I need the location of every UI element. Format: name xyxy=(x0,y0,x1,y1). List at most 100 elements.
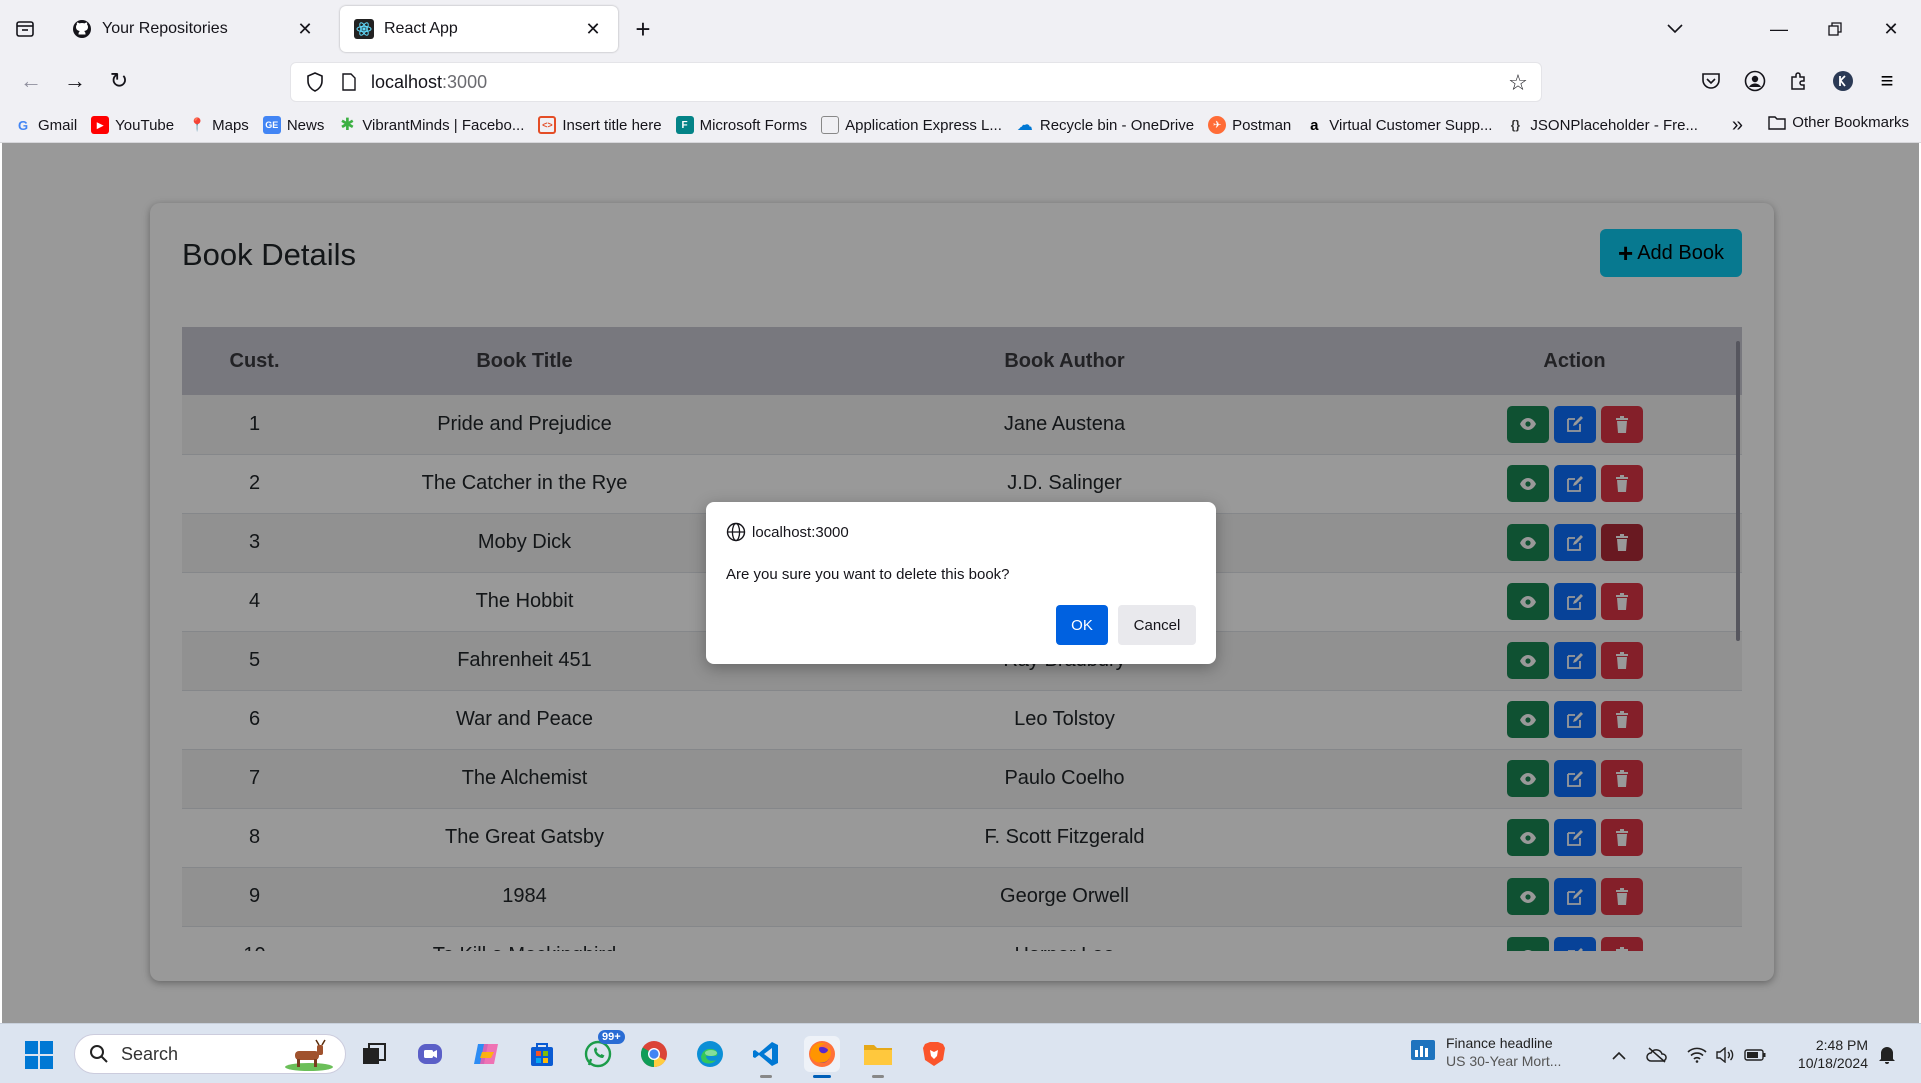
profile-avatar-icon[interactable] xyxy=(1828,66,1858,96)
bookmark-item[interactable]: F Microsoft Forms xyxy=(675,116,808,134)
copilot-icon[interactable] xyxy=(468,1036,504,1072)
github-icon xyxy=(72,19,92,39)
bookmark-item[interactable]: 📍 Maps xyxy=(188,116,249,134)
onedrive-offline-icon[interactable] xyxy=(1646,1044,1668,1066)
taskbar-search[interactable]: Search xyxy=(74,1034,346,1074)
forward-icon[interactable]: → xyxy=(60,66,90,96)
chrome-icon[interactable] xyxy=(636,1036,672,1072)
running-indicator xyxy=(872,1075,884,1078)
file-explorer-icon[interactable] xyxy=(860,1036,896,1078)
globe-icon xyxy=(726,522,746,542)
extensions-icon[interactable] xyxy=(1784,66,1814,96)
system-clock[interactable]: 2:48 PM 10/18/2024 xyxy=(1782,1036,1868,1072)
wifi-icon[interactable] xyxy=(1686,1044,1708,1066)
running-indicator xyxy=(813,1075,831,1078)
more-bookmarks-chevron-icon[interactable]: » xyxy=(1732,114,1743,137)
bookmark-item[interactable]: ▶ YouTube xyxy=(91,116,174,134)
bookmark-label: Microsoft Forms xyxy=(699,116,808,134)
dialog-message: Are you sure you want to delete this boo… xyxy=(726,566,1010,583)
news-widget[interactable]: Finance headline US 30-Year Mort... xyxy=(1410,1034,1561,1070)
bookmark-label: Insert title here xyxy=(562,116,662,134)
bookmark-item[interactable]: Application Express L... xyxy=(821,116,1002,134)
bookmark-item[interactable]: ☁ Recycle bin - OneDrive xyxy=(1016,116,1195,135)
edge-icon[interactable] xyxy=(692,1036,728,1072)
bookmark-label: YouTube xyxy=(115,116,175,134)
battery-icon[interactable] xyxy=(1744,1044,1766,1066)
notification-bell-icon[interactable] xyxy=(1876,1044,1898,1066)
page-info-icon[interactable] xyxy=(339,70,359,94)
bookmark-label: Recycle bin - OneDrive xyxy=(1039,116,1195,134)
task-view-icon[interactable] xyxy=(356,1036,392,1072)
tab-close-icon[interactable]: ✕ xyxy=(294,18,316,40)
back-icon[interactable]: ← xyxy=(16,66,46,96)
tab-title: React App xyxy=(384,20,458,37)
page-icon xyxy=(821,116,840,134)
jsonplaceholder-icon: {} xyxy=(1510,118,1521,132)
tab-close-icon[interactable]: ✕ xyxy=(582,18,604,40)
ok-button[interactable]: OK xyxy=(1056,605,1108,645)
minimize-icon[interactable]: — xyxy=(1764,14,1794,44)
firefox-icon[interactable] xyxy=(804,1036,840,1078)
url-port: :3000 xyxy=(442,71,488,92)
forms-icon: F xyxy=(675,116,694,134)
account-icon[interactable] xyxy=(1740,66,1770,96)
clock-date: 10/18/2024 xyxy=(1797,1055,1868,1071)
browser-chrome: Your Repositories ✕ React App ✕ + — ✕ ← … xyxy=(0,0,1921,143)
url-bar[interactable]: localhost:3000 ☆ xyxy=(290,62,1542,102)
tracking-protection-icon[interactable] xyxy=(303,70,327,94)
bookmark-item[interactable]: GE News xyxy=(262,116,324,134)
bookmark-item[interactable]: ✱ VibrantMinds | Facebo... xyxy=(338,115,525,134)
bookmarks-toolbar: G Gmail ▶ YouTube 📍 Maps GE News ✱ VibrantMin… xyxy=(0,110,1921,140)
navigation-bar: ← → ↻ localhost:3000 ☆ ≡ xyxy=(0,56,1921,106)
tab-your-repositories[interactable]: Your Repositories ✕ xyxy=(58,6,330,52)
bookmark-star-icon[interactable]: ☆ xyxy=(1505,70,1531,96)
vscode-icon[interactable] xyxy=(748,1036,784,1078)
reload-icon[interactable]: ↻ xyxy=(104,66,134,96)
list-all-tabs-icon[interactable] xyxy=(1660,14,1690,44)
bookmark-label: Gmail xyxy=(38,116,78,134)
restore-icon[interactable] xyxy=(1820,14,1850,44)
running-indicator xyxy=(760,1075,772,1078)
close-window-icon[interactable]: ✕ xyxy=(1876,14,1906,44)
postman-icon: ✈ xyxy=(1208,116,1227,134)
tab-react-app[interactable]: React App ✕ xyxy=(340,6,618,52)
bookmark-item[interactable]: ✈ Postman xyxy=(1208,116,1291,134)
taskbar: Search 99+ Finance headline US 30-Year M… xyxy=(0,1023,1921,1083)
bookmark-label: Application Express L... xyxy=(845,116,1002,134)
bookmark-item[interactable]: a Virtual Customer Supp... xyxy=(1305,116,1492,134)
tab-list-icon[interactable] xyxy=(10,14,40,44)
menu-icon[interactable]: ≡ xyxy=(1872,66,1902,96)
news-icon: GE xyxy=(262,116,281,134)
pocket-icon[interactable] xyxy=(1696,66,1726,96)
vibrantminds-icon: ✱ xyxy=(340,115,355,134)
brave-icon[interactable] xyxy=(916,1036,952,1072)
cancel-button[interactable]: Cancel xyxy=(1118,605,1196,645)
bookmark-item[interactable]: {} JSONPlaceholder - Fre... xyxy=(1506,116,1698,134)
tab-title: Your Repositories xyxy=(102,20,228,37)
search-icon xyxy=(89,1044,109,1064)
bookmark-item[interactable]: G Gmail xyxy=(14,116,77,134)
bookmark-item[interactable]: <> Insert title here xyxy=(538,116,662,134)
windows-start-icon[interactable] xyxy=(24,1040,54,1070)
whatsapp-icon[interactable]: 99+ xyxy=(580,1030,625,1072)
url-host: localhost xyxy=(371,71,443,92)
bookmark-label: Postman xyxy=(1232,116,1292,134)
finance-chart-icon xyxy=(1410,1038,1436,1067)
bookmark-label: VibrantMinds | Facebo... xyxy=(362,116,525,134)
microsoft-store-icon[interactable] xyxy=(524,1036,560,1072)
youtube-icon: ▶ xyxy=(91,116,110,134)
bookmark-label: Maps xyxy=(212,116,249,134)
teams-icon[interactable] xyxy=(412,1036,448,1072)
volume-icon[interactable] xyxy=(1714,1044,1736,1066)
dialog-origin: localhost:3000 xyxy=(752,523,849,541)
bookmark-label: Virtual Customer Supp... xyxy=(1329,116,1493,134)
clock-time: 2:48 PM xyxy=(1815,1037,1868,1053)
show-hidden-icons-chevron-icon[interactable] xyxy=(1608,1044,1630,1066)
google-icon: G xyxy=(17,117,29,133)
new-tab-icon[interactable]: + xyxy=(628,14,658,44)
react-icon xyxy=(354,19,374,39)
html-icon: <> xyxy=(538,116,557,134)
other-bookmarks[interactable]: Other Bookmarks xyxy=(1768,114,1909,131)
folder-icon xyxy=(1768,115,1786,130)
deer-illustration-icon xyxy=(283,1039,335,1076)
